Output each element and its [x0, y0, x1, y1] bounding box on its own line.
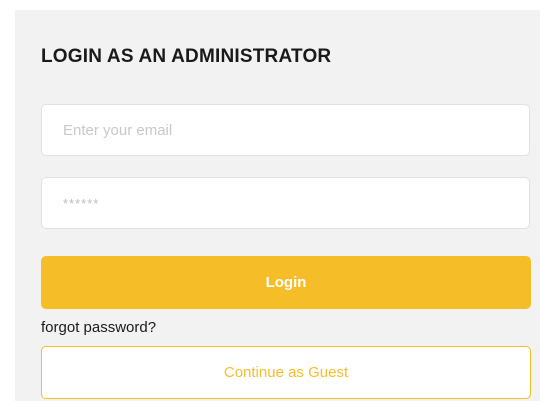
email-field[interactable]: [41, 104, 530, 156]
login-button[interactable]: Login: [41, 256, 531, 309]
continue-as-guest-button[interactable]: Continue as Guest: [41, 346, 531, 399]
password-field[interactable]: [41, 177, 530, 229]
page-title: LOGIN AS AN ADMINISTRATOR: [41, 46, 332, 67]
forgot-password-link[interactable]: forgot password?: [41, 319, 156, 336]
